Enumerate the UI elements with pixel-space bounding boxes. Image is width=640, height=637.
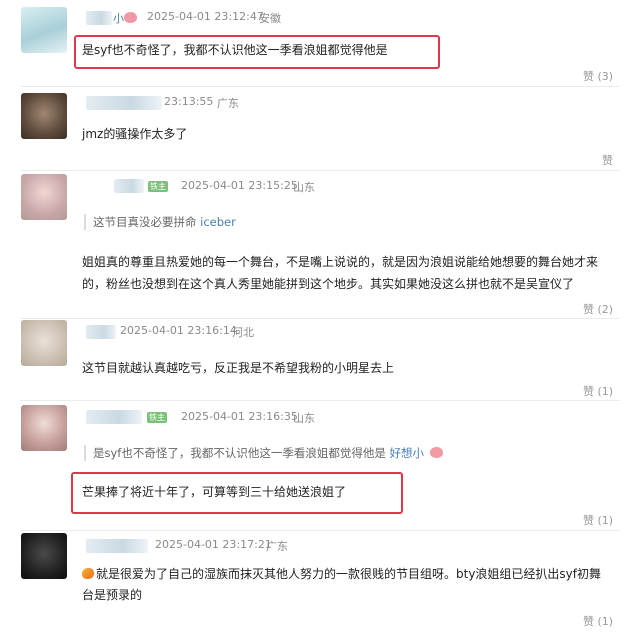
like-button[interactable]: 赞 xyxy=(602,152,613,168)
divider xyxy=(20,318,620,319)
comment-location: 广东 xyxy=(217,97,239,110)
quoted-text: 是syf也不奇怪了，我都不认识他这一季看浪姐都觉得他是 xyxy=(93,446,386,460)
comment-time: 2025-04-01 23:12:47 xyxy=(147,10,264,23)
avatar[interactable] xyxy=(21,533,67,579)
divider xyxy=(20,400,620,401)
divider xyxy=(20,86,620,87)
comment-time: 2025-04-01 23:16:14 xyxy=(120,324,237,337)
fan-badge: 铁主 xyxy=(147,412,167,423)
avatar[interactable] xyxy=(21,93,67,139)
quoted-reply: 是syf也不奇怪了，我都不认识他这一季看浪姐都觉得他是 好想小 xyxy=(84,445,443,461)
divider xyxy=(20,530,620,531)
comment-location: 山东 xyxy=(293,412,315,425)
comment-text: 是syf也不奇怪了，我都不认识他这一季看浪姐都觉得他是 xyxy=(82,43,388,57)
username-blurred[interactable] xyxy=(86,539,148,553)
comment-text-line-2: 台是预录的 xyxy=(82,588,143,602)
fan-badge: 铁主 xyxy=(148,181,168,192)
comment-text-line-1: 就是很爱为了自己的湿族而抹灭其他人努力的一款很贱的节目组呀。bty浪姐组已经扒出… xyxy=(96,567,602,581)
avatar[interactable] xyxy=(21,405,67,451)
avatar[interactable] xyxy=(21,174,67,220)
mango-emoji-icon xyxy=(82,568,94,579)
quoted-user-link[interactable]: iceber xyxy=(200,215,236,229)
comment-text: jmz的骚操作太多了 xyxy=(82,127,188,141)
pig-emoji-icon xyxy=(429,447,443,458)
comment-time: 23:13:55 xyxy=(164,95,214,108)
comment-time: 2025-04-01 23:15:25 xyxy=(181,179,298,192)
quoted-reply: 这节目真没必要拼命 iceber xyxy=(84,214,236,230)
quoted-text: 这节目真没必要拼命 xyxy=(93,215,197,229)
comment-time: 2025-04-01 23:16:35 xyxy=(181,410,298,423)
like-button[interactable]: 赞 (1) xyxy=(583,512,613,528)
divider xyxy=(20,170,620,171)
quoted-user-link[interactable]: 好想小 xyxy=(390,446,425,460)
like-button[interactable]: 赞 (2) xyxy=(583,301,613,317)
like-button[interactable]: 赞 (1) xyxy=(583,383,613,399)
like-button[interactable]: 赞 (3) xyxy=(583,68,613,84)
comment-text-line-2: 的，粉丝也没想到在这个真人秀里她能拼到这个地步。其实如果她没这么拼也就不是吴宣仪… xyxy=(82,277,575,291)
username-blurred[interactable] xyxy=(114,179,144,193)
comment-text-line-1: 姐姐真的尊重且热爱她的每一个舞台，不是嘴上说说的，就是因为浪姐说能给她想要的舞台… xyxy=(82,255,599,269)
username-blurred[interactable] xyxy=(86,96,162,110)
username-suffix[interactable]: 小 xyxy=(113,10,124,26)
comment-location: 河北 xyxy=(232,326,254,339)
comment-location: 山东 xyxy=(293,181,315,194)
pig-emoji-icon xyxy=(124,12,137,23)
username-blurred[interactable] xyxy=(86,325,116,339)
comment-location: 安徽 xyxy=(259,12,281,25)
comment-location: 广东 xyxy=(266,540,288,553)
username-blurred[interactable] xyxy=(86,410,142,424)
avatar[interactable] xyxy=(21,320,67,366)
comment-time: 2025-04-01 23:17:21 xyxy=(155,538,272,551)
avatar[interactable] xyxy=(21,7,67,53)
comment-text: 芒果捧了将近十年了，可算等到三十给她送浪姐了 xyxy=(82,485,347,499)
comment-text: 这节目就越认真越吃亏，反正我是不希望我粉的小明星去上 xyxy=(82,361,395,375)
username-blurred[interactable] xyxy=(86,11,112,25)
like-button[interactable]: 赞 (1) xyxy=(583,613,613,629)
